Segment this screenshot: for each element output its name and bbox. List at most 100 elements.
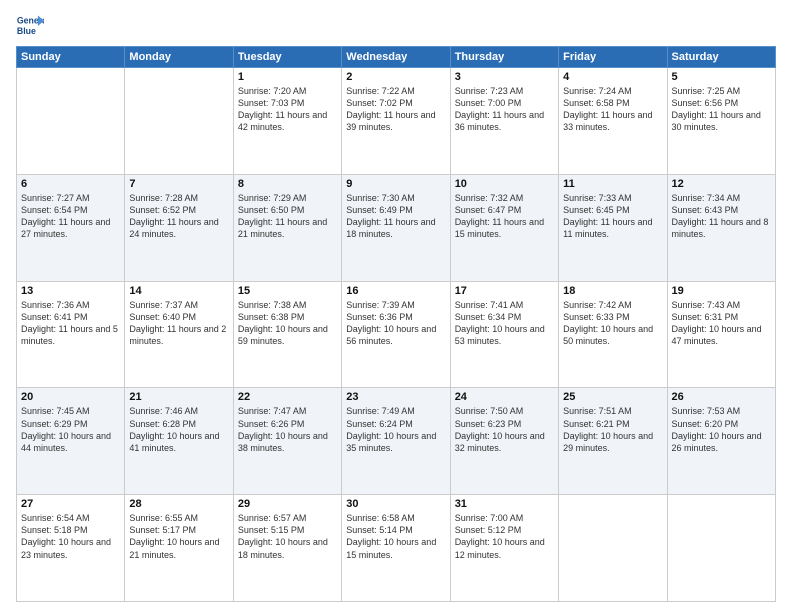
calendar-cell bbox=[125, 68, 233, 175]
day-number: 12 bbox=[672, 178, 771, 190]
calendar-cell: 26 Sunrise: 7:53 AMSunset: 6:20 PMDayligh… bbox=[667, 388, 775, 495]
calendar-cell: 29Sunrise: 6:57 AMSunset: 5:15 PMDayligh… bbox=[233, 495, 341, 602]
calendar-weekday-sunday: Sunday bbox=[17, 47, 125, 68]
day-info: Sunrise: 7:20 AMSunset: 7:03 PMDaylight:… bbox=[238, 85, 337, 134]
calendar-cell: 14 Sunrise: 7:37 AMSunset: 6:40 PMDayligh… bbox=[125, 281, 233, 388]
calendar-table: SundayMondayTuesdayWednesdayThursdayFrid… bbox=[16, 46, 776, 602]
calendar-weekday-friday: Friday bbox=[559, 47, 667, 68]
calendar-cell: 15Sunrise: 7:38 AMSunset: 6:38 PMDayligh… bbox=[233, 281, 341, 388]
day-info: Sunrise: 7:37 AMSunset: 6:40 PMDaylight:… bbox=[129, 299, 228, 348]
day-number: 16 bbox=[346, 285, 445, 297]
calendar-cell: 25 Sunrise: 7:51 AMSunset: 6:21 PMDayligh… bbox=[559, 388, 667, 495]
calendar-weekday-thursday: Thursday bbox=[450, 47, 558, 68]
day-number: 1 bbox=[238, 71, 337, 83]
calendar-cell: 22Sunrise: 7:47 AMSunset: 6:26 PMDayligh… bbox=[233, 388, 341, 495]
day-info: Sunrise: 7:39 AMSunset: 6:36 PMDaylight:… bbox=[346, 299, 445, 348]
calendar-cell: 24 Sunrise: 7:50 AMSunset: 6:23 PMDayligh… bbox=[450, 388, 558, 495]
day-number: 24 bbox=[455, 391, 554, 403]
day-number: 20 bbox=[21, 391, 120, 403]
calendar-cell: 5Sunrise: 7:25 AMSunset: 6:56 PMDaylight… bbox=[667, 68, 775, 175]
day-number: 29 bbox=[238, 498, 337, 510]
calendar-cell: 17 Sunrise: 7:41 AMSunset: 6:34 PMDayligh… bbox=[450, 281, 558, 388]
day-info: Sunrise: 7:53 AMSunset: 6:20 PMDaylight:… bbox=[672, 405, 771, 454]
day-number: 22 bbox=[238, 391, 337, 403]
day-number: 14 bbox=[129, 285, 228, 297]
calendar-weekday-tuesday: Tuesday bbox=[233, 47, 341, 68]
header: General Blue bbox=[16, 12, 776, 40]
day-number: 3 bbox=[455, 71, 554, 83]
day-info: Sunrise: 7:00 AMSunset: 5:12 PMDaylight:… bbox=[455, 512, 554, 561]
calendar-cell: 19 Sunrise: 7:43 AMSunset: 6:31 PMDayligh… bbox=[667, 281, 775, 388]
day-info: Sunrise: 6:58 AMSunset: 5:14 PMDaylight:… bbox=[346, 512, 445, 561]
calendar-cell: 21 Sunrise: 7:46 AMSunset: 6:28 PMDayligh… bbox=[125, 388, 233, 495]
day-number: 10 bbox=[455, 178, 554, 190]
day-info: Sunrise: 7:42 AMSunset: 6:33 PMDaylight:… bbox=[563, 299, 662, 348]
day-info: Sunrise: 7:41 AMSunset: 6:34 PMDaylight:… bbox=[455, 299, 554, 348]
day-number: 23 bbox=[346, 391, 445, 403]
day-info: Sunrise: 7:28 AMSunset: 6:52 PMDaylight:… bbox=[129, 192, 228, 241]
day-number: 11 bbox=[563, 178, 662, 190]
day-number: 28 bbox=[129, 498, 228, 510]
calendar-cell: 13 Sunrise: 7:36 AMSunset: 6:41 PMDayligh… bbox=[17, 281, 125, 388]
day-number: 31 bbox=[455, 498, 554, 510]
day-info: Sunrise: 7:45 AMSunset: 6:29 PMDaylight:… bbox=[21, 405, 120, 454]
calendar-week-row: 13 Sunrise: 7:36 AMSunset: 6:41 PMDayligh… bbox=[17, 281, 776, 388]
day-number: 8 bbox=[238, 178, 337, 190]
day-number: 9 bbox=[346, 178, 445, 190]
calendar-cell bbox=[17, 68, 125, 175]
calendar-cell: 7 Sunrise: 7:28 AMSunset: 6:52 PMDaylight… bbox=[125, 174, 233, 281]
calendar-cell: 10 Sunrise: 7:32 AMSunset: 6:47 PMDayligh… bbox=[450, 174, 558, 281]
calendar-cell: 23 Sunrise: 7:49 AMSunset: 6:24 PMDayligh… bbox=[342, 388, 450, 495]
logo: General Blue bbox=[16, 12, 44, 40]
calendar-weekday-monday: Monday bbox=[125, 47, 233, 68]
day-info: Sunrise: 6:55 AMSunset: 5:17 PMDaylight:… bbox=[129, 512, 228, 561]
day-info: Sunrise: 7:36 AMSunset: 6:41 PMDaylight:… bbox=[21, 299, 120, 348]
day-number: 18 bbox=[563, 285, 662, 297]
calendar-cell bbox=[667, 495, 775, 602]
calendar-cell: 30Sunrise: 6:58 AMSunset: 5:14 PMDayligh… bbox=[342, 495, 450, 602]
calendar-cell: 2 Sunrise: 7:22 AMSunset: 7:02 PMDaylight… bbox=[342, 68, 450, 175]
day-number: 17 bbox=[455, 285, 554, 297]
day-info: Sunrise: 7:32 AMSunset: 6:47 PMDaylight:… bbox=[455, 192, 554, 241]
day-info: Sunrise: 7:30 AMSunset: 6:49 PMDaylight:… bbox=[346, 192, 445, 241]
day-info: Sunrise: 7:34 AMSunset: 6:43 PMDaylight:… bbox=[672, 192, 771, 241]
day-info: Sunrise: 7:29 AMSunset: 6:50 PMDaylight:… bbox=[238, 192, 337, 241]
day-number: 2 bbox=[346, 71, 445, 83]
calendar-cell: 12 Sunrise: 7:34 AMSunset: 6:43 PMDayligh… bbox=[667, 174, 775, 281]
day-number: 25 bbox=[563, 391, 662, 403]
day-info: Sunrise: 7:33 AMSunset: 6:45 PMDaylight:… bbox=[563, 192, 662, 241]
calendar-header-row: SundayMondayTuesdayWednesdayThursdayFrid… bbox=[17, 47, 776, 68]
calendar-cell: 1 Sunrise: 7:20 AMSunset: 7:03 PMDaylight… bbox=[233, 68, 341, 175]
calendar-week-row: 27 Sunrise: 6:54 AMSunset: 5:18 PMDayligh… bbox=[17, 495, 776, 602]
calendar-week-row: 6 Sunrise: 7:27 AMSunset: 6:54 PMDaylight… bbox=[17, 174, 776, 281]
day-number: 19 bbox=[672, 285, 771, 297]
day-number: 4 bbox=[563, 71, 662, 83]
calendar-cell: 18 Sunrise: 7:42 AMSunset: 6:33 PMDayligh… bbox=[559, 281, 667, 388]
svg-text:Blue: Blue bbox=[17, 26, 36, 36]
day-number: 27 bbox=[21, 498, 120, 510]
day-info: Sunrise: 7:27 AMSunset: 6:54 PMDaylight:… bbox=[21, 192, 120, 241]
calendar-cell: 6 Sunrise: 7:27 AMSunset: 6:54 PMDaylight… bbox=[17, 174, 125, 281]
day-info: Sunrise: 7:49 AMSunset: 6:24 PMDaylight:… bbox=[346, 405, 445, 454]
day-number: 6 bbox=[21, 178, 120, 190]
calendar-week-row: 20 Sunrise: 7:45 AMSunset: 6:29 PMDayligh… bbox=[17, 388, 776, 495]
day-info: Sunrise: 6:54 AMSunset: 5:18 PMDaylight:… bbox=[21, 512, 120, 561]
day-number: 13 bbox=[21, 285, 120, 297]
day-number: 26 bbox=[672, 391, 771, 403]
logo-icon: General Blue bbox=[16, 12, 44, 40]
day-info: Sunrise: 7:24 AMSunset: 6:58 PMDaylight:… bbox=[563, 85, 662, 134]
calendar-cell: 11 Sunrise: 7:33 AMSunset: 6:45 PMDayligh… bbox=[559, 174, 667, 281]
day-info: Sunrise: 7:38 AMSunset: 6:38 PMDaylight:… bbox=[238, 299, 337, 348]
day-number: 5 bbox=[672, 71, 771, 83]
calendar-cell: 16 Sunrise: 7:39 AMSunset: 6:36 PMDayligh… bbox=[342, 281, 450, 388]
day-info: Sunrise: 7:43 AMSunset: 6:31 PMDaylight:… bbox=[672, 299, 771, 348]
day-info: Sunrise: 7:46 AMSunset: 6:28 PMDaylight:… bbox=[129, 405, 228, 454]
calendar-cell: 3 Sunrise: 7:23 AMSunset: 7:00 PMDaylight… bbox=[450, 68, 558, 175]
day-number: 21 bbox=[129, 391, 228, 403]
day-info: Sunrise: 7:50 AMSunset: 6:23 PMDaylight:… bbox=[455, 405, 554, 454]
day-info: Sunrise: 7:22 AMSunset: 7:02 PMDaylight:… bbox=[346, 85, 445, 134]
day-info: Sunrise: 7:23 AMSunset: 7:00 PMDaylight:… bbox=[455, 85, 554, 134]
day-info: Sunrise: 7:51 AMSunset: 6:21 PMDaylight:… bbox=[563, 405, 662, 454]
calendar-cell: 9 Sunrise: 7:30 AMSunset: 6:49 PMDaylight… bbox=[342, 174, 450, 281]
day-number: 7 bbox=[129, 178, 228, 190]
